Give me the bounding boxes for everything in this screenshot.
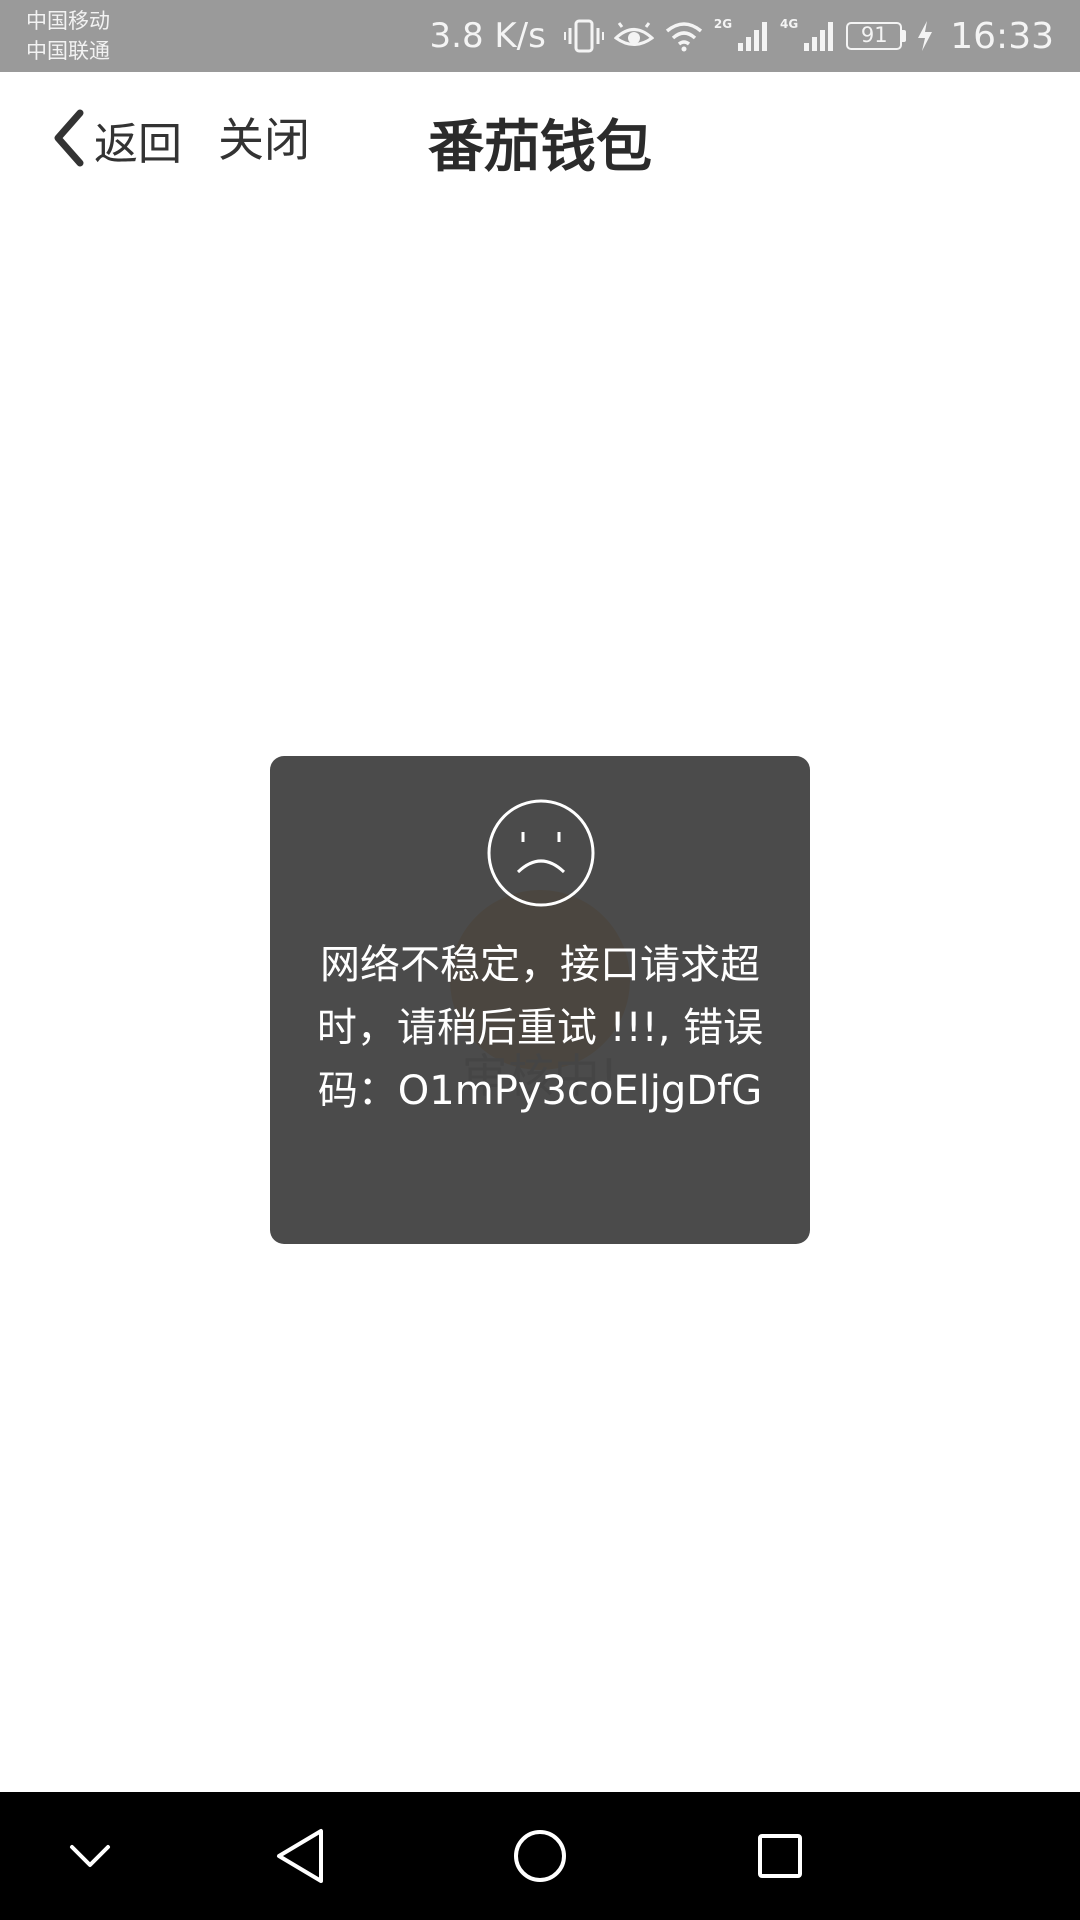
status-indicators: 3.8 K/s 2G 4G 91 16:33 <box>430 0 1055 72</box>
error-message: 网络不稳定，接口请求超时，请稍后重试 !!!, 错误码：O1mPy3coEljg… <box>316 942 764 1114</box>
signal-icon <box>802 19 836 53</box>
system-nav-bar <box>0 1792 1080 1920</box>
charging-icon <box>916 20 934 52</box>
carrier-info: 中国移动 中国联通 <box>26 6 110 66</box>
battery-level: 91 <box>846 22 903 50</box>
eye-comfort-icon <box>613 21 654 51</box>
carrier-1: 中国移动 <box>26 9 110 33</box>
network-type-4g: 4G <box>780 17 799 31</box>
signal-icon <box>736 19 770 53</box>
vibrate-icon <box>563 18 604 54</box>
network-speed: 3.8 K/s <box>429 16 546 56</box>
collapse-icon[interactable] <box>50 1816 130 1896</box>
battery-tip <box>902 30 907 42</box>
clock: 16:33 <box>950 15 1054 57</box>
error-toast: 网络不稳定，接口请求超时，请稍后重试 !!!, 错误码：O1mPy3coEljg… <box>270 756 810 1244</box>
wifi-icon <box>664 19 704 53</box>
network-type-2g: 2G <box>713 17 733 31</box>
back-triangle-icon[interactable] <box>260 1816 340 1896</box>
app-header: 返回 关闭 番茄钱包 <box>0 72 1080 210</box>
status-bar: 中国移动 中国联通 3.8 K/s 2G 4G 91 16:33 <box>0 0 1080 72</box>
battery-icon: 91 <box>846 22 907 50</box>
recents-square-icon[interactable] <box>740 1816 820 1896</box>
page-title: 番茄钱包 <box>428 115 652 180</box>
home-circle-icon[interactable] <box>500 1816 580 1896</box>
sad-face-icon <box>486 798 596 908</box>
carrier-2: 中国联通 <box>26 39 110 63</box>
